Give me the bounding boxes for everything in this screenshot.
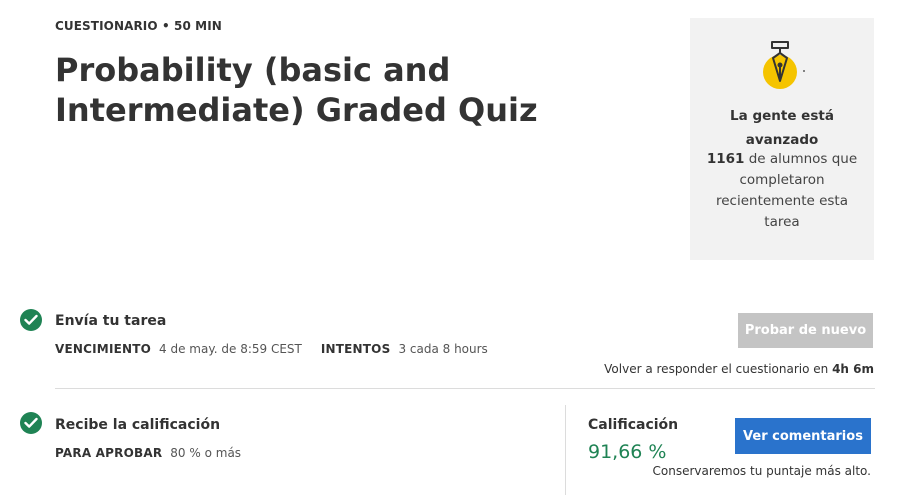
due-label: VENCIMIENTO [55, 342, 152, 356]
retry-note-text: Volver a responder el cuestionario en [604, 362, 833, 376]
section-divider [55, 388, 875, 389]
due-row: VENCIMIENTO 4 de may. de 8:59 CEST INTEN… [55, 342, 488, 356]
progress-card: La gente está avanzado 1161 de alumnos q… [690, 18, 874, 260]
pass-value: 80 % o más [170, 446, 242, 460]
progress-card-heading: La gente está avanzado [730, 108, 834, 148]
view-feedback-button[interactable]: Ver comentarios [735, 418, 871, 454]
page-title: Probability (basic and Intermediate) Gra… [55, 51, 538, 129]
grade-step-title: Recibe la calificación [55, 417, 221, 433]
pass-label: PARA APROBAR [55, 446, 163, 460]
retry-note: Volver a responder el cuestionario en 4h… [604, 362, 874, 376]
grade-value: 91,66 % [588, 441, 667, 463]
submit-done-check-icon [20, 309, 42, 331]
progress-card-body: 1161 de alumnos que completaron reciente… [704, 149, 860, 233]
grade-done-check-icon [20, 412, 42, 434]
pen-nib-icon [763, 41, 805, 89]
due-value: 4 de may. de 8:59 CEST [159, 342, 302, 356]
submit-step-title: Envía tu tarea [55, 313, 167, 329]
attempts-value: 3 cada 8 hours [398, 342, 488, 356]
grade-label: Calificación [588, 417, 679, 433]
keep-highest-note: Conservaremos tu puntaje más alto. [652, 464, 872, 478]
grade-column-divider [565, 405, 566, 495]
pass-row: PARA APROBAR 80 % o más [55, 446, 241, 460]
completed-count: 1161 [706, 151, 745, 167]
assignment-meta: CUESTIONARIO • 50 MIN [55, 19, 222, 33]
attempts-label: INTENTOS [320, 342, 391, 356]
retry-button[interactable]: Probar de nuevo [738, 313, 873, 348]
retry-note-time: 4h 6m [832, 362, 874, 376]
